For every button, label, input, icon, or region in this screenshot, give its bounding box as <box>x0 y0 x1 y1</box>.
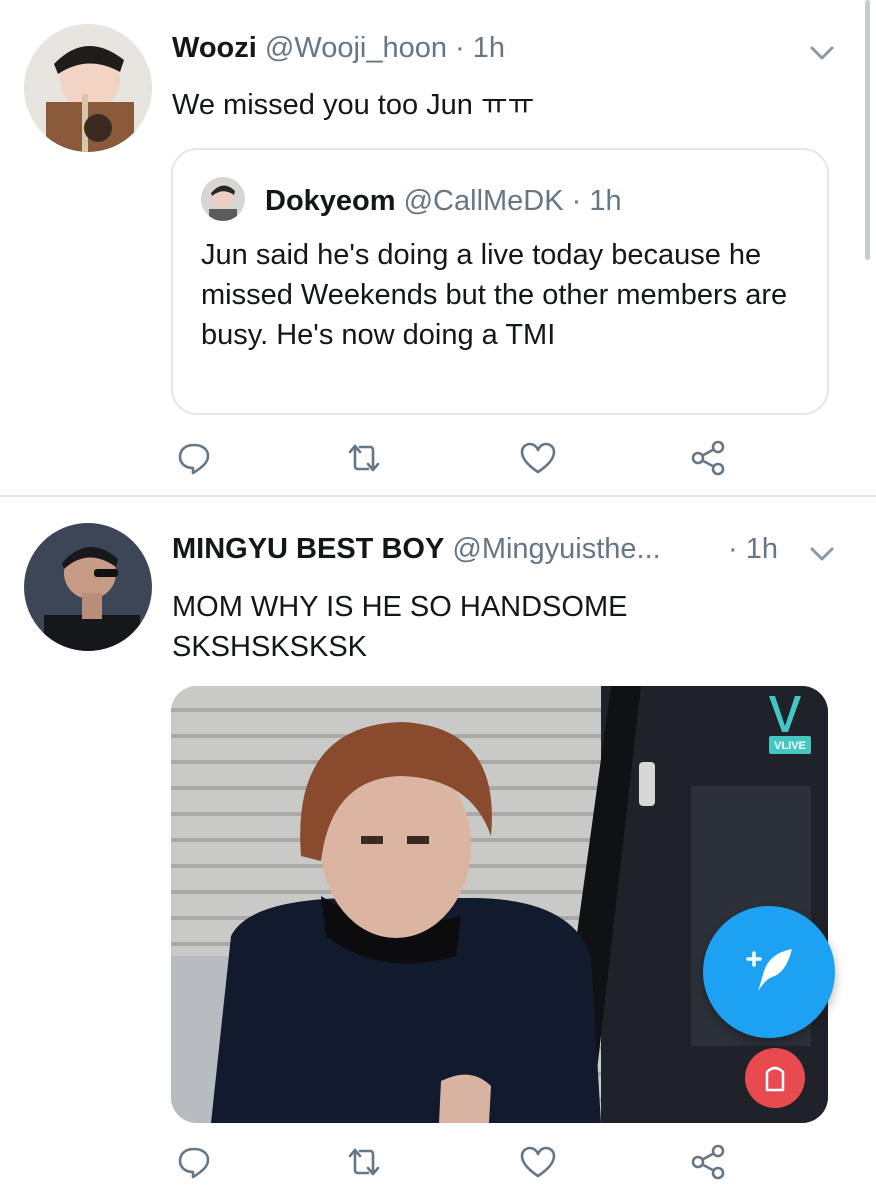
compose-tweet-icon <box>734 935 804 1010</box>
separator: · <box>571 185 582 217</box>
timestamp-group: · 1h <box>728 531 778 567</box>
author-handle[interactable]: @Mingyuisthe... <box>452 533 660 565</box>
avatar[interactable] <box>24 523 152 651</box>
reply-icon[interactable] <box>172 436 216 480</box>
avatar[interactable] <box>24 24 152 152</box>
quoted-tweet-text: Jun said he's doing a live today because… <box>201 239 788 351</box>
tweet-text-line: SKSHSKSKSK <box>172 631 368 663</box>
tweet-text: MOM WHY IS HE SO HANDSOME SKSHSKSKSK <box>172 587 812 667</box>
compose-tweet-button[interactable] <box>703 906 835 1038</box>
heart-icon[interactable] <box>516 436 560 480</box>
separator: · <box>455 32 465 64</box>
reply-icon[interactable] <box>172 1140 216 1184</box>
timestamp[interactable]: 1h <box>746 533 778 565</box>
author-handle[interactable]: @Wooji_hoon <box>265 32 447 64</box>
quoted-tweet[interactable]: Dokyeom @CallMeDK · 1h Jun said he's doi… <box>171 148 829 415</box>
quoted-timestamp[interactable]: 1h <box>589 185 621 217</box>
vlive-heart-button[interactable] <box>745 1048 805 1108</box>
heart-icon[interactable] <box>516 1140 560 1184</box>
author-name[interactable]: Woozi <box>172 32 257 64</box>
share-icon[interactable] <box>686 436 730 480</box>
tweet-actions <box>0 1140 876 1190</box>
tweet-text-line: MOM WHY IS HE SO HANDSOME <box>172 591 628 623</box>
timestamp[interactable]: 1h <box>473 32 505 64</box>
chevron-down-icon[interactable] <box>807 539 837 569</box>
tweet-media-image[interactable]: VLIVE <box>171 686 828 1123</box>
chevron-down-icon[interactable] <box>807 38 837 68</box>
avatar[interactable] <box>201 177 245 221</box>
quoted-author-handle[interactable]: @CallMeDK <box>404 185 564 217</box>
quoted-author-name[interactable]: Dokyeom <box>265 185 396 217</box>
quoted-header: Dokyeom @CallMeDK · 1h <box>265 183 622 219</box>
retweet-icon[interactable] <box>342 436 386 480</box>
tweet-header: Woozi @Wooji_hoon · 1h <box>172 30 505 66</box>
tweet-text: We missed you too Jun ㅠㅠ <box>172 89 535 121</box>
vlive-watermark-text: VLIVE <box>774 740 806 752</box>
tweet[interactable]: Woozi @Wooji_hoon · 1h We missed you too… <box>0 0 876 495</box>
retweet-icon[interactable] <box>342 1140 386 1184</box>
tweet-header: MINGYU BEST BOY @Mingyuisthe... <box>172 531 661 567</box>
author-name[interactable]: MINGYU BEST BOY <box>172 533 444 565</box>
share-icon[interactable] <box>686 1140 730 1184</box>
separator: · <box>728 533 738 565</box>
tweet-actions <box>0 436 876 486</box>
